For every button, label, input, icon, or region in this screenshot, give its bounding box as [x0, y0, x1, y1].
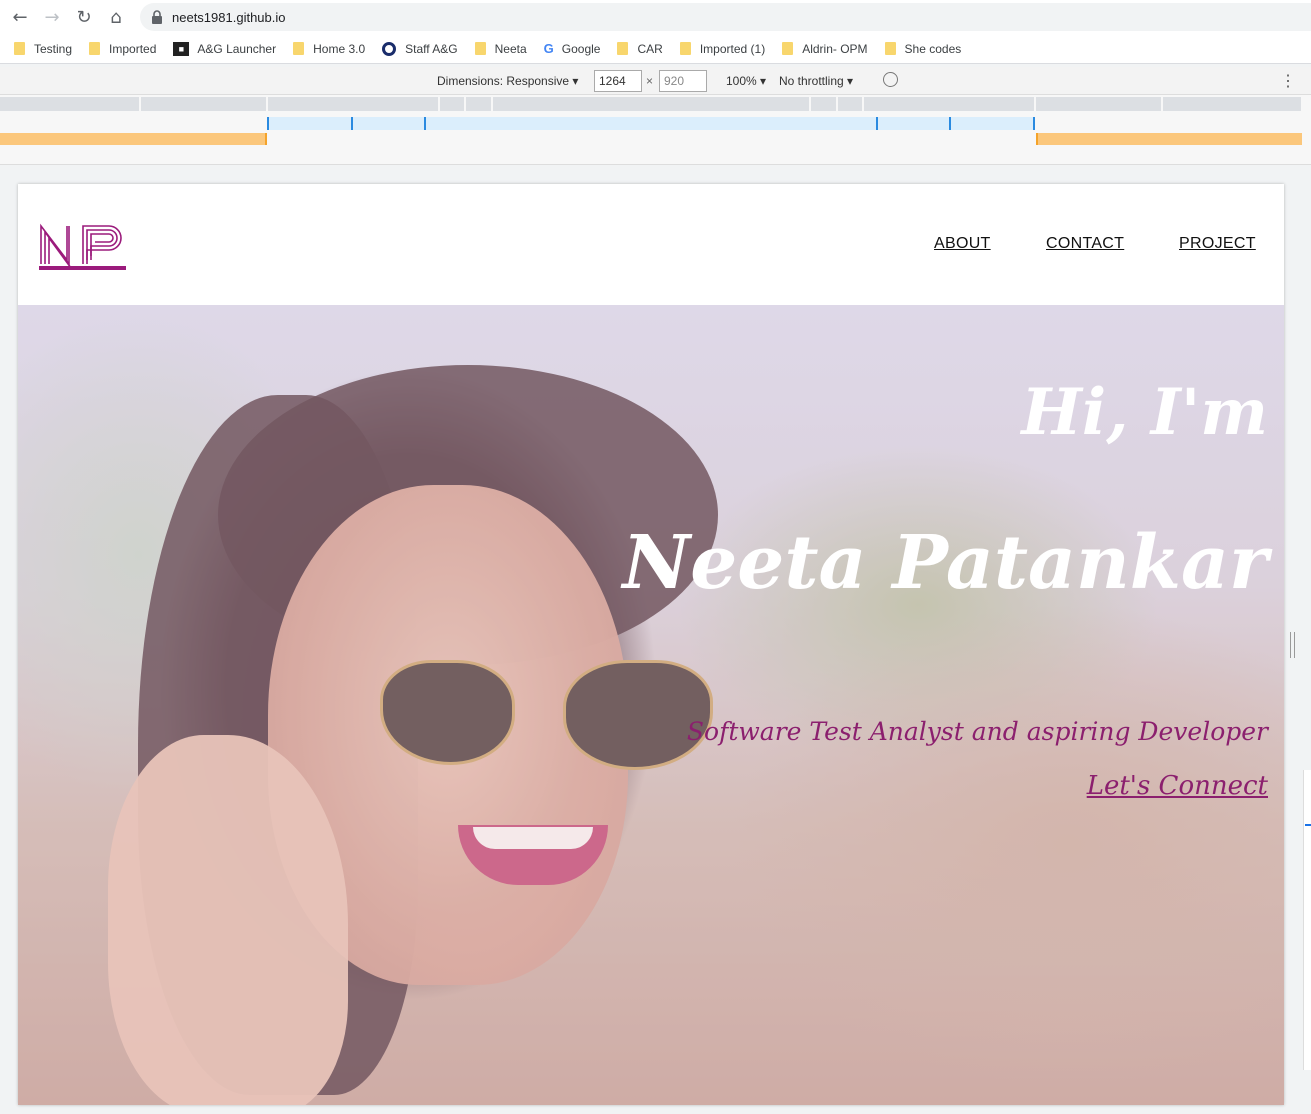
device-toolbar: Dimensions: Responsive ▾ 1264 × 920 100%… [0, 67, 1311, 95]
devtools-panel-edge [1303, 770, 1311, 1070]
media-query-segment[interactable] [493, 97, 809, 111]
hero-section: Hi, I'm Neeta Patankar Software Test Ana… [18, 305, 1284, 1105]
lets-connect-link[interactable]: Let's Connect [1087, 771, 1268, 801]
folder-icon [884, 42, 896, 55]
media-query-segment[interactable] [268, 97, 438, 111]
media-query-segment[interactable] [811, 97, 836, 111]
folder-icon [293, 42, 305, 55]
media-query-segment[interactable] [1036, 97, 1161, 111]
media-query-tick [949, 117, 951, 130]
throttling-dropdown[interactable]: No throttling ▾ [779, 74, 853, 88]
media-query-bars [0, 95, 1311, 165]
folder-icon [782, 42, 794, 55]
media-query-edge [265, 133, 267, 145]
bookmark-testing[interactable]: Testing [14, 42, 72, 56]
media-query-segment[interactable] [1163, 97, 1301, 111]
times-sign: × [646, 74, 654, 88]
media-query-tick [267, 117, 269, 130]
bookmark-aldrin-opm[interactable]: Aldrin- OPM [782, 42, 868, 56]
media-query-segment[interactable] [838, 97, 862, 111]
forward-icon[interactable]: → [36, 1, 68, 33]
hero-greeting: Hi, I'm [1021, 375, 1268, 450]
lock-icon [152, 10, 162, 24]
space-invader-icon: ■ [173, 41, 190, 56]
media-query-max-width-band[interactable] [267, 117, 1035, 130]
nav-contact[interactable]: CONTACT [1046, 235, 1124, 253]
media-query-segment[interactable] [141, 97, 266, 111]
folder-icon [474, 42, 486, 55]
bookmark-ag-launcher[interactable]: ■ A&G Launcher [173, 41, 276, 56]
media-query-tick [876, 117, 878, 130]
more-options-icon[interactable]: ⋮ [1280, 71, 1296, 91]
nav-project[interactable]: PROJECT [1179, 235, 1256, 253]
media-query-edge [1036, 133, 1038, 145]
height-input[interactable]: 920 [659, 70, 707, 92]
width-input[interactable]: 1264 [594, 70, 642, 92]
zoom-dropdown[interactable]: 100% ▾ [726, 74, 766, 88]
address-bar[interactable]: neets1981.github.io [140, 3, 1311, 31]
folder-icon [89, 42, 101, 55]
back-icon[interactable]: ← [4, 1, 36, 33]
browser-toolbar: ← → ↻ ⌂ neets1981.github.io [0, 0, 1311, 34]
media-query-segment[interactable] [440, 97, 464, 111]
google-icon: G [543, 41, 554, 56]
folder-icon [617, 42, 629, 55]
media-query-segment[interactable] [466, 97, 491, 111]
bookmark-staff-ag[interactable]: Staff A&G [382, 41, 458, 56]
media-query-segment[interactable] [864, 97, 1034, 111]
resize-handle[interactable] [1290, 632, 1295, 658]
bookmark-she-codes[interactable]: She codes [884, 42, 961, 56]
bookmarks-bar: Testing Imported ■ A&G Launcher Home 3.0 … [0, 34, 1311, 64]
media-query-min-width-band[interactable] [1036, 133, 1302, 145]
dimensions-dropdown[interactable]: Dimensions: Responsive ▾ [437, 74, 578, 88]
nav-about[interactable]: ABOUT [934, 235, 991, 253]
bookmark-neeta[interactable]: Neeta [474, 42, 527, 56]
bookmark-car[interactable]: CAR [617, 42, 663, 56]
bookmark-imported[interactable]: Imported [89, 42, 156, 56]
media-query-tick [1033, 117, 1035, 130]
bookmark-google[interactable]: G Google [544, 41, 601, 56]
rotate-icon[interactable] [883, 72, 898, 87]
devtools-panel-indicator [1305, 824, 1311, 826]
media-query-min-width-band[interactable] [0, 133, 266, 145]
media-query-segment[interactable] [0, 97, 139, 111]
site-header: NP ABOUT CONTACT PROJECT [18, 184, 1284, 305]
hero-name: Neeta Patankar [622, 520, 1268, 606]
folder-icon [679, 42, 691, 55]
media-query-tick [424, 117, 426, 130]
home-icon[interactable]: ⌂ [100, 1, 132, 33]
ring-icon [382, 41, 397, 56]
np-logo[interactable]: NP [39, 222, 127, 272]
bookmark-home[interactable]: Home 3.0 [293, 42, 365, 56]
emulated-viewport: NP ABOUT CONTACT PROJECT Hi, I'm Neeta P… [18, 184, 1284, 1105]
bookmark-imported-1[interactable]: Imported (1) [679, 42, 765, 56]
reload-icon[interactable]: ↻ [68, 1, 100, 33]
media-query-tick [351, 117, 353, 130]
folder-icon [14, 42, 25, 55]
url-text: neets1981.github.io [172, 9, 286, 25]
hero-tagline: Software Test Analyst and aspiring Devel… [686, 717, 1268, 746]
